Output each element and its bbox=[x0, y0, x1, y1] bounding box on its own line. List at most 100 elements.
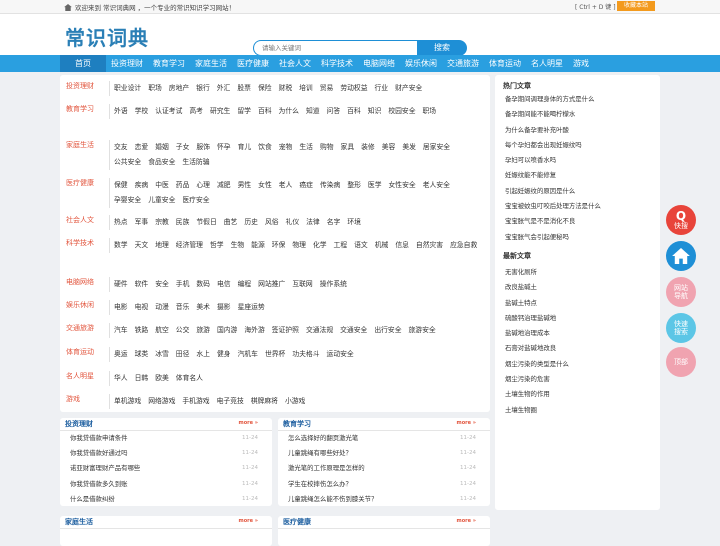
category-link[interactable]: 家具 bbox=[341, 140, 355, 155]
category-link[interactable]: 房地产 bbox=[169, 81, 189, 96]
category-link[interactable]: 老人 bbox=[279, 178, 293, 193]
sidebar-article-link[interactable]: 为什么备孕要补充叶酸 bbox=[505, 123, 601, 138]
category-name[interactable]: 科学技术 bbox=[66, 238, 94, 248]
category-link[interactable]: 软件 bbox=[135, 277, 149, 292]
category-link[interactable]: 编程 bbox=[238, 277, 252, 292]
float-button-0[interactable]: Q 快搜 bbox=[666, 205, 696, 235]
category-link[interactable]: 保险 bbox=[258, 81, 272, 96]
category-link[interactable]: 女性安全 bbox=[389, 178, 416, 193]
category-link[interactable]: 物理 bbox=[292, 238, 306, 253]
panel-item[interactable]: 你我贷借款申请条件 11-24 bbox=[60, 431, 272, 446]
category-link[interactable]: 汽车 bbox=[114, 323, 128, 338]
category-link[interactable]: 疾病 bbox=[135, 178, 149, 193]
category-link[interactable]: 语文 bbox=[354, 238, 368, 253]
category-link[interactable]: 药品 bbox=[176, 178, 190, 193]
category-link[interactable]: 网络游戏 bbox=[148, 394, 175, 409]
category-link[interactable]: 体育名人 bbox=[176, 371, 203, 386]
sidebar-article-link[interactable]: 宝宝胀气会引起便秘吗 bbox=[505, 230, 601, 245]
category-link[interactable]: 日韩 bbox=[135, 371, 149, 386]
nav-item-3[interactable]: 家庭生活 bbox=[190, 55, 232, 72]
panel-item-title[interactable]: 你我贷借款好通过吗 bbox=[70, 449, 128, 457]
category-link[interactable]: 地理 bbox=[155, 238, 169, 253]
category-name[interactable]: 教育学习 bbox=[66, 104, 94, 114]
category-link[interactable]: 职场 bbox=[423, 104, 437, 119]
category-link[interactable]: 硬件 bbox=[114, 277, 128, 292]
sidebar-article-link[interactable]: 宝宝胀气是不是消化不良 bbox=[505, 214, 601, 229]
category-link[interactable]: 单机游戏 bbox=[114, 394, 141, 409]
category-link[interactable]: 历史 bbox=[244, 215, 258, 230]
more-link[interactable]: more » bbox=[457, 518, 476, 524]
category-link[interactable]: 外汇 bbox=[217, 81, 231, 96]
category-link[interactable]: 股票 bbox=[237, 81, 251, 96]
category-link[interactable]: 摄影 bbox=[217, 300, 231, 315]
category-link[interactable]: 生物 bbox=[231, 238, 245, 253]
category-link[interactable]: 为什么 bbox=[279, 104, 299, 119]
sidebar-article-link[interactable]: 无害化厕所 bbox=[505, 265, 569, 280]
panel-item[interactable]: 激光笔的工作原理是怎样的 11-24 bbox=[278, 461, 490, 476]
category-link[interactable]: 银行 bbox=[196, 81, 210, 96]
more-link[interactable]: more » bbox=[457, 420, 476, 426]
favorite-button[interactable]: 收藏本站 bbox=[617, 1, 655, 11]
category-link[interactable]: 整形 bbox=[347, 178, 361, 193]
category-link[interactable]: 法律 bbox=[306, 215, 320, 230]
nav-item-2[interactable]: 教育学习 bbox=[148, 55, 190, 72]
sidebar-article-link[interactable]: 石膏对盐碱地改良 bbox=[505, 341, 569, 356]
category-link[interactable]: 信息 bbox=[395, 238, 409, 253]
category-link[interactable]: 老人安全 bbox=[423, 178, 450, 193]
category-link[interactable]: 医疗安全 bbox=[182, 193, 209, 208]
category-link[interactable]: 保健 bbox=[114, 178, 128, 193]
category-link[interactable]: 劳动权益 bbox=[340, 81, 367, 96]
panel-item-title[interactable]: 学生在校摔伤怎么办？ bbox=[288, 480, 352, 488]
category-link[interactable]: 婚姻 bbox=[155, 140, 169, 155]
nav-item-8[interactable]: 娱乐休闲 bbox=[400, 55, 442, 72]
category-link[interactable]: 互联网 bbox=[292, 277, 312, 292]
sidebar-article-link[interactable]: 妊娠纹能不能修复 bbox=[505, 168, 601, 183]
category-link[interactable]: 网站推广 bbox=[258, 277, 285, 292]
category-link[interactable]: 风俗 bbox=[265, 215, 279, 230]
category-link[interactable]: 棋牌麻将 bbox=[251, 394, 278, 409]
nav-item-12[interactable]: 游戏 bbox=[568, 55, 594, 72]
float-button-3[interactable]: 快速搜索 bbox=[666, 313, 696, 343]
float-button-2[interactable]: 网站导航 bbox=[666, 277, 696, 307]
category-link[interactable]: 问答 bbox=[327, 104, 341, 119]
category-link[interactable]: 经济管理 bbox=[176, 238, 203, 253]
category-link[interactable]: 育儿 bbox=[238, 140, 252, 155]
category-link[interactable]: 美容 bbox=[382, 140, 396, 155]
category-link[interactable]: 孕婴安全 bbox=[114, 193, 141, 208]
category-link[interactable]: 热点 bbox=[114, 215, 128, 230]
category-link[interactable]: 高考 bbox=[189, 104, 203, 119]
category-link[interactable]: 贸易 bbox=[320, 81, 334, 96]
category-link[interactable]: 行业 bbox=[375, 81, 389, 96]
category-link[interactable]: 饮食 bbox=[258, 140, 272, 155]
sidebar-article-link[interactable]: 孕妇可以喷香水吗 bbox=[505, 153, 601, 168]
sidebar-article-link[interactable]: 引起妊娠纹的原因是什么 bbox=[505, 184, 601, 199]
category-link[interactable]: 民族 bbox=[176, 215, 190, 230]
nav-item-7[interactable]: 电脑网络 bbox=[358, 55, 400, 72]
panel-item-title[interactable]: 激光笔的工作原理是怎样的 bbox=[288, 464, 365, 472]
category-link[interactable]: 华人 bbox=[114, 371, 128, 386]
category-link[interactable]: 世界杯 bbox=[265, 347, 285, 362]
category-link[interactable]: 小游戏 bbox=[285, 394, 305, 409]
category-link[interactable]: 国内游 bbox=[217, 323, 237, 338]
category-link[interactable]: 欧美 bbox=[155, 371, 169, 386]
category-link[interactable]: 安全 bbox=[155, 277, 169, 292]
panel-item-title[interactable]: 儿童跳绳怎么能不伤到膝关节？ bbox=[288, 495, 377, 503]
category-name[interactable]: 家庭生活 bbox=[66, 140, 94, 150]
panel-title[interactable]: 教育学习 bbox=[283, 419, 311, 429]
category-link[interactable]: 减肥 bbox=[217, 178, 231, 193]
category-link[interactable]: 军事 bbox=[135, 215, 149, 230]
search-button[interactable]: 搜索 bbox=[417, 40, 467, 56]
panel-item[interactable]: 你我贷借款多久到账 11-24 bbox=[60, 477, 272, 492]
category-name[interactable]: 名人明星 bbox=[66, 371, 94, 381]
category-link[interactable]: 男性 bbox=[238, 178, 252, 193]
category-link[interactable]: 购物 bbox=[320, 140, 334, 155]
sidebar-article-link[interactable]: 备孕期间能不能喝柠檬水 bbox=[505, 107, 601, 122]
category-link[interactable]: 子女 bbox=[176, 140, 190, 155]
category-link[interactable]: 电影 bbox=[114, 300, 128, 315]
category-link[interactable]: 手机 bbox=[176, 277, 190, 292]
sidebar-article-link[interactable]: 土壤生物的作用 bbox=[505, 387, 569, 402]
category-link[interactable]: 职业设计 bbox=[114, 81, 141, 96]
more-link[interactable]: more » bbox=[239, 420, 258, 426]
category-link[interactable]: 星座运势 bbox=[238, 300, 265, 315]
nav-item-4[interactable]: 医疗健康 bbox=[232, 55, 274, 72]
